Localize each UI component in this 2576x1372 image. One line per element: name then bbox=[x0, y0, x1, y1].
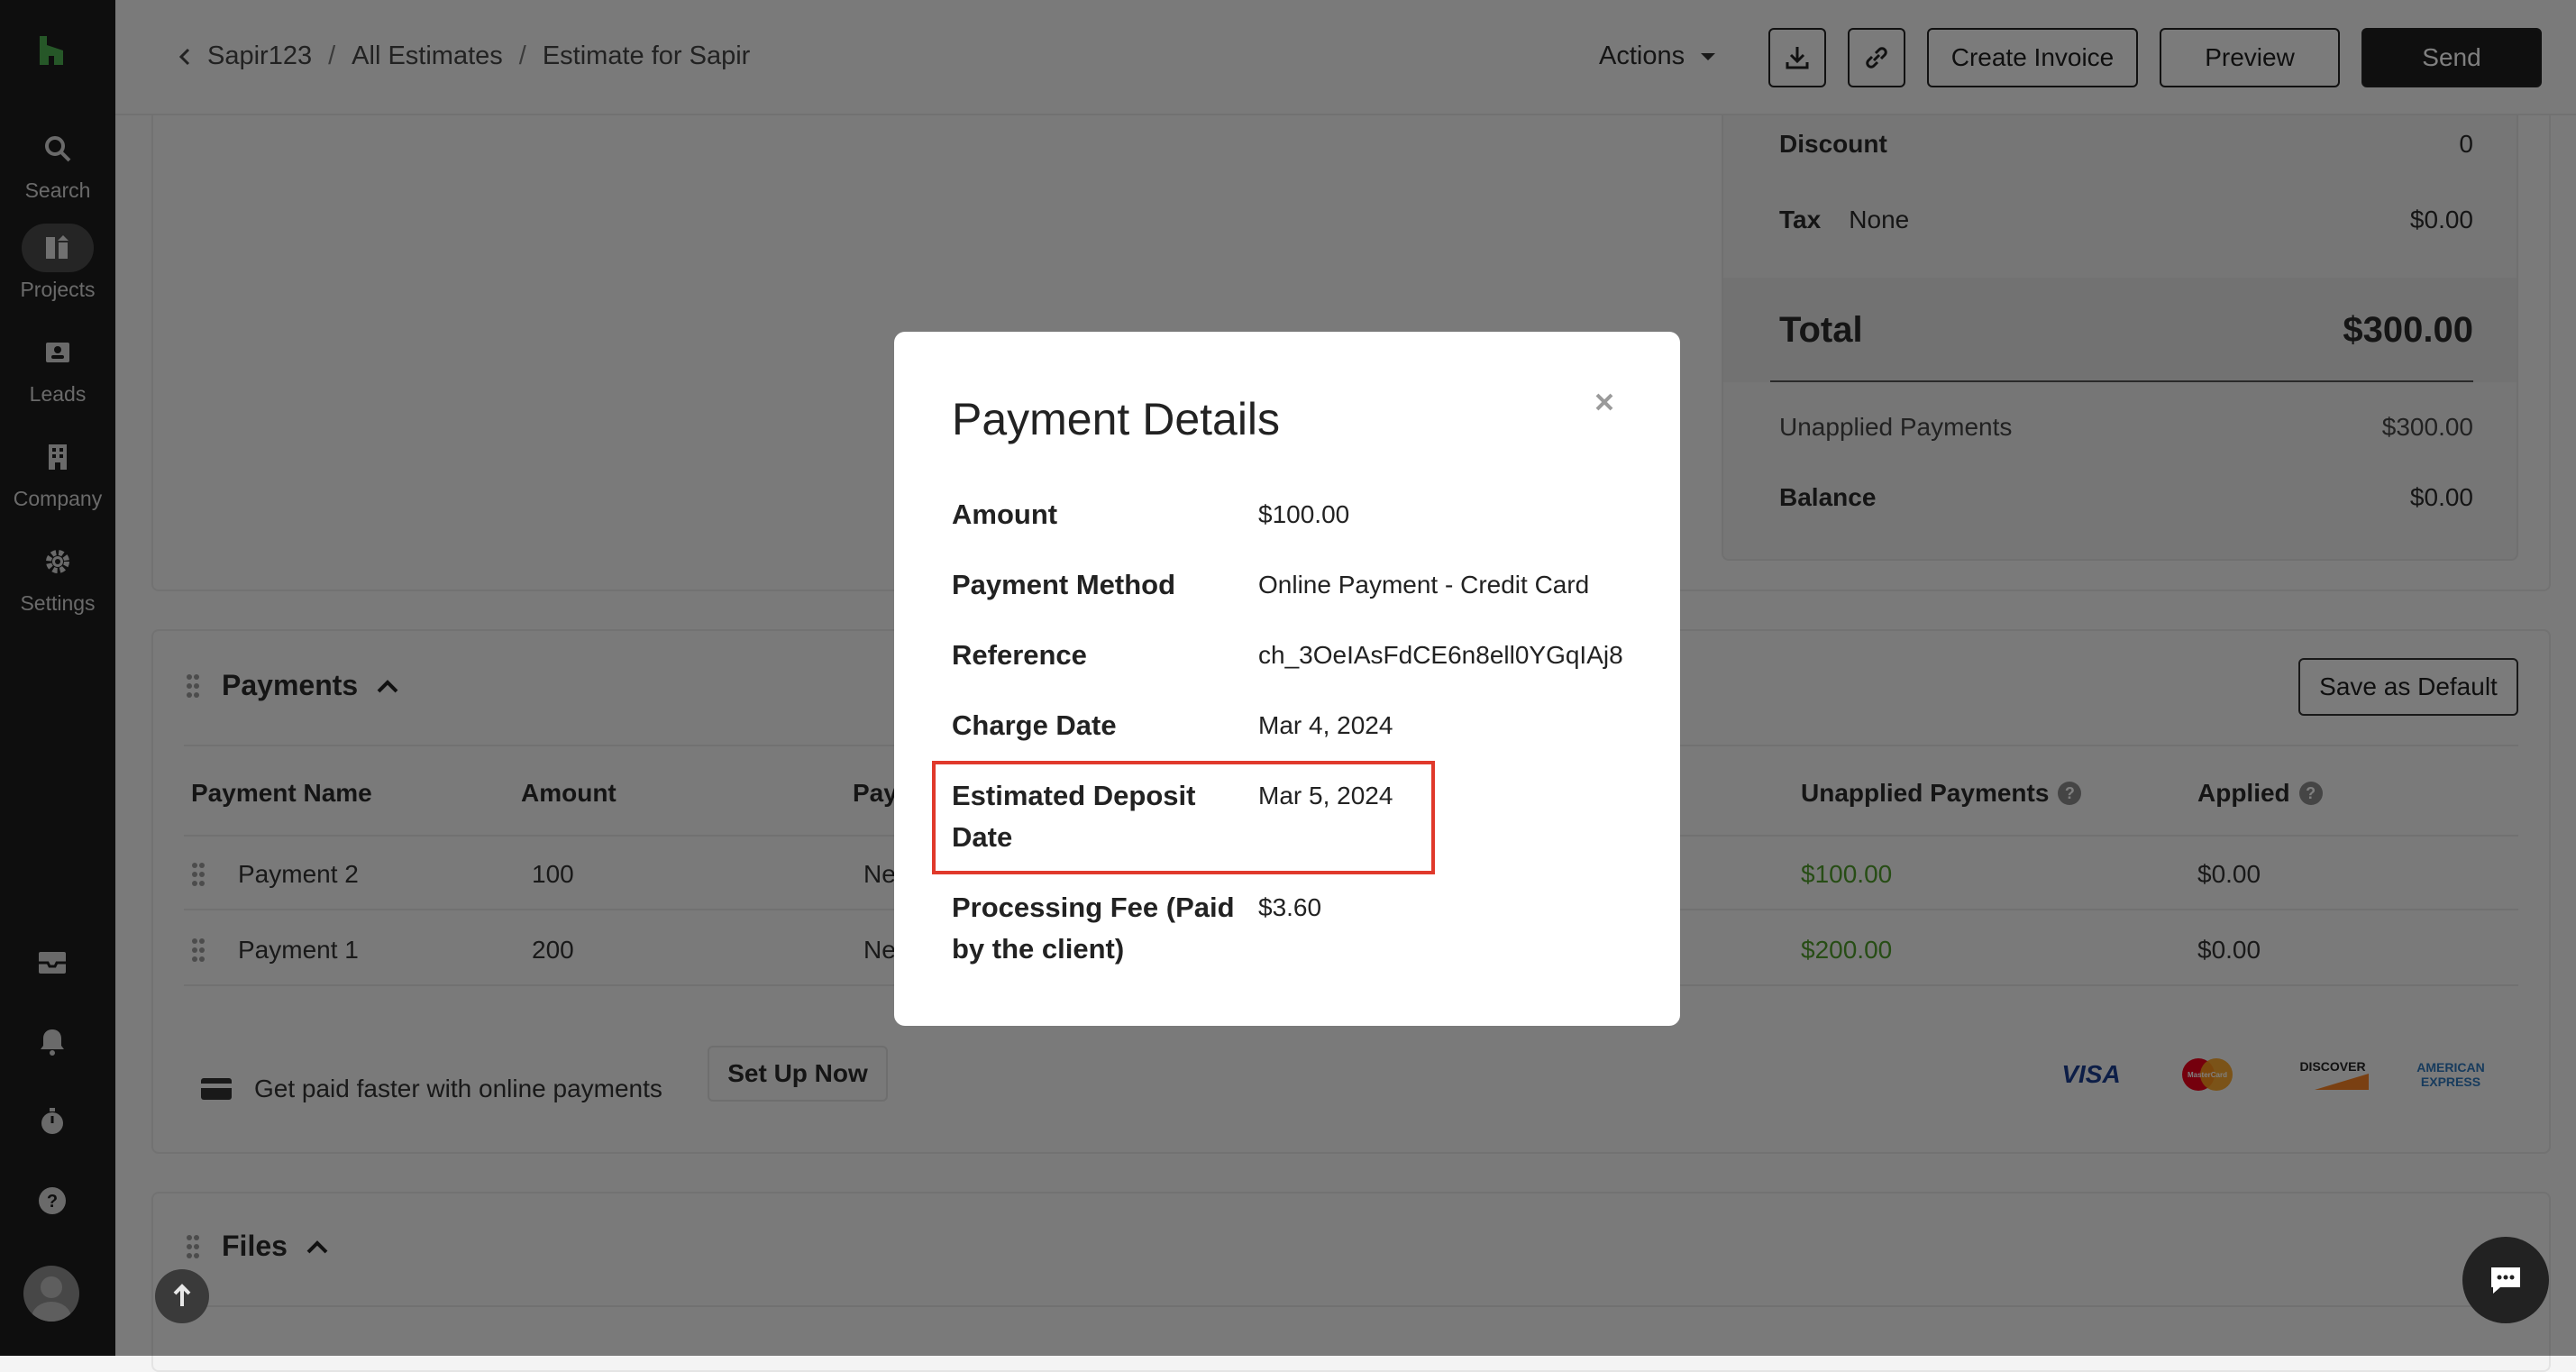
modal-title: Payment Details bbox=[952, 394, 1281, 444]
reference-value: ch_3OeIAsFdCE6n8ell0YGqIAj8 bbox=[1258, 641, 1623, 669]
chat-button[interactable] bbox=[2462, 1237, 2549, 1323]
highlight-box bbox=[932, 761, 1435, 874]
payment-method-value: Online Payment - Credit Card bbox=[1258, 571, 1590, 599]
arrow-up-icon bbox=[173, 1284, 191, 1306]
amount-value: $100.00 bbox=[1258, 500, 1350, 528]
payment-method-label: Payment Method bbox=[952, 569, 1176, 600]
charge-date-value: Mar 4, 2024 bbox=[1258, 711, 1393, 739]
reference-label: Reference bbox=[952, 639, 1087, 671]
payment-details-modal: Payment Details Amount $100.00 Payment M… bbox=[894, 332, 1680, 1026]
chat-icon bbox=[2491, 1267, 2520, 1294]
amount-label: Amount bbox=[952, 498, 1058, 530]
close-icon[interactable] bbox=[1586, 384, 1622, 420]
processing-fee-label: Processing Fee (Paid by the client) bbox=[952, 892, 1235, 965]
processing-fee-value: $3.60 bbox=[1258, 893, 1322, 921]
scroll-to-top-button[interactable] bbox=[155, 1269, 209, 1323]
charge-date-label: Charge Date bbox=[952, 709, 1117, 741]
